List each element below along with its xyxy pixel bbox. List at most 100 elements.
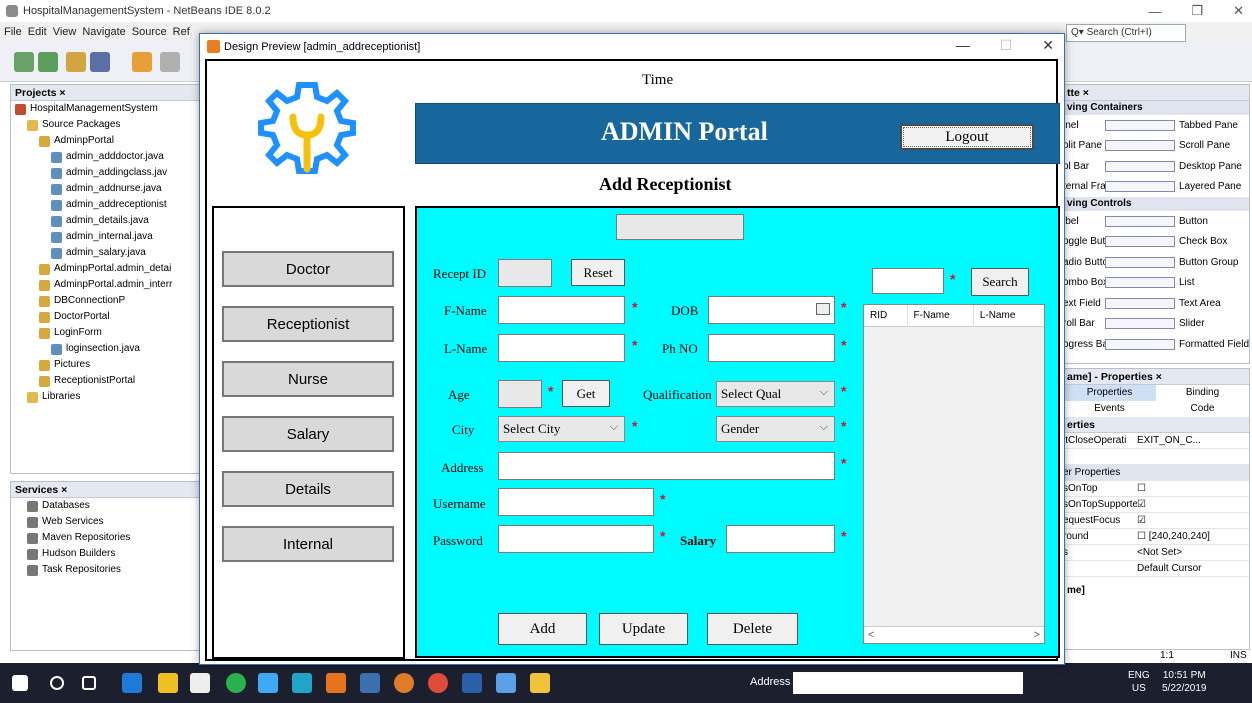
menu-item[interactable]: Navigate bbox=[82, 26, 125, 38]
address-field[interactable] bbox=[498, 452, 835, 480]
tab-properties[interactable]: Properties bbox=[1063, 385, 1156, 401]
tree-node[interactable]: ReceptionistPortal bbox=[11, 373, 201, 389]
property-row[interactable]: sOnTop ☐ bbox=[1063, 481, 1249, 497]
minimize-icon[interactable]: — bbox=[1148, 4, 1161, 19]
redo-icon[interactable] bbox=[160, 52, 180, 72]
recept-id-field[interactable] bbox=[498, 259, 552, 287]
menu-item[interactable]: Source bbox=[132, 26, 167, 38]
service-node[interactable]: Maven Repositories bbox=[11, 530, 201, 546]
property-row[interactable]: equestFocus ☑ bbox=[1063, 513, 1249, 529]
projects-tab[interactable]: Projects × bbox=[11, 85, 201, 101]
col-lname[interactable]: L-Name bbox=[974, 305, 1044, 327]
palette-item[interactable]: Layered Pane bbox=[1105, 181, 1249, 193]
tree-node[interactable]: admin_addreceptionist bbox=[11, 197, 201, 213]
tree-node[interactable]: admin_adddoctor.java bbox=[11, 149, 201, 165]
lname-field[interactable] bbox=[498, 334, 625, 362]
palette-item[interactable]: ibel bbox=[1063, 216, 1105, 227]
palette-item[interactable]: Button Group bbox=[1105, 256, 1249, 268]
col-rid[interactable]: RID bbox=[864, 304, 908, 327]
update-button[interactable]: Update bbox=[599, 613, 688, 645]
tree-node[interactable]: LoginForm bbox=[11, 325, 201, 341]
word-icon[interactable] bbox=[462, 673, 482, 693]
tree-node[interactable]: Pictures bbox=[11, 357, 201, 373]
app-icon-2[interactable] bbox=[292, 673, 312, 693]
vlc-icon[interactable] bbox=[326, 673, 346, 693]
service-node[interactable]: Hudson Builders bbox=[11, 546, 201, 562]
app-icon[interactable] bbox=[258, 673, 278, 693]
palette-item[interactable]: ogress Bar bbox=[1063, 339, 1105, 350]
palette-tab[interactable]: tte × bbox=[1063, 85, 1249, 101]
firefox-icon[interactable] bbox=[394, 673, 414, 693]
chrome-icon-2[interactable] bbox=[428, 673, 448, 693]
tree-node[interactable]: admin_salary.java bbox=[11, 245, 201, 261]
palette-section[interactable]: ving Controls bbox=[1063, 197, 1249, 211]
palette-item[interactable]: adio Button bbox=[1063, 257, 1105, 268]
nav-doctor-button[interactable]: Doctor bbox=[222, 251, 394, 287]
username-field[interactable] bbox=[498, 488, 654, 516]
palette-item[interactable]: Tabbed Pane bbox=[1105, 119, 1249, 131]
palette-item[interactable]: Desktop Pane bbox=[1105, 160, 1249, 172]
top-display-field[interactable] bbox=[616, 214, 744, 240]
app-icon-3[interactable] bbox=[360, 673, 380, 693]
tree-node[interactable]: HospitalManagementSystem bbox=[11, 101, 201, 117]
qualification-select[interactable]: Select Qual ⌵ bbox=[716, 381, 835, 407]
palette-item[interactable]: inel bbox=[1063, 120, 1105, 131]
age-field[interactable] bbox=[498, 380, 542, 408]
minimize-icon[interactable]: — bbox=[956, 37, 970, 54]
palette-item[interactable]: olit Pane bbox=[1063, 140, 1105, 151]
tree-node[interactable]: Libraries bbox=[11, 389, 201, 405]
tree-node[interactable]: Source Packages bbox=[11, 117, 201, 133]
tree-node[interactable]: loginsection.java bbox=[11, 341, 201, 357]
phno-field[interactable] bbox=[708, 334, 835, 362]
service-node[interactable]: Databases bbox=[11, 498, 201, 514]
delete-button[interactable]: Delete bbox=[707, 613, 798, 645]
col-fname[interactable]: F-Name bbox=[908, 304, 974, 327]
nav-internal-button[interactable]: Internal bbox=[222, 526, 394, 562]
tree-node[interactable]: AdminpPortal.admin_detai bbox=[11, 261, 201, 277]
undo-icon[interactable] bbox=[132, 52, 152, 72]
menu-item[interactable]: Edit bbox=[28, 26, 47, 38]
close-icon[interactable]: ✕ bbox=[1233, 3, 1244, 19]
palette-item[interactable]: Button bbox=[1105, 215, 1249, 227]
property-row[interactable]: ltCloseOperati EXIT_ON_C... bbox=[1063, 433, 1249, 449]
tab-code[interactable]: Code bbox=[1156, 401, 1249, 417]
windows-start-icon[interactable] bbox=[12, 675, 28, 691]
tree-node[interactable]: DoctorPortal bbox=[11, 309, 201, 325]
chrome-icon[interactable] bbox=[226, 673, 246, 693]
logout-button[interactable]: Logout bbox=[900, 124, 1034, 150]
open-project-icon[interactable] bbox=[66, 52, 86, 72]
palette-item[interactable]: ol Bar bbox=[1063, 161, 1105, 172]
tree-node[interactable]: admin_addnurse.java bbox=[11, 181, 201, 197]
property-row[interactable]: round ☐ [240,240,240] bbox=[1063, 529, 1249, 545]
language-indicator[interactable]: ENG US bbox=[1128, 669, 1150, 695]
tab-events[interactable]: Events bbox=[1063, 401, 1156, 417]
salary-field[interactable] bbox=[726, 525, 835, 553]
search-field[interactable] bbox=[872, 268, 944, 294]
add-button[interactable]: Add bbox=[498, 613, 587, 645]
palette-item[interactable]: Check Box bbox=[1105, 236, 1249, 248]
tree-node[interactable]: AdminpPortal.admin_interr bbox=[11, 277, 201, 293]
tab-binding[interactable]: Binding bbox=[1156, 385, 1249, 401]
menu-item[interactable]: File bbox=[4, 26, 22, 38]
fname-field[interactable] bbox=[498, 296, 625, 324]
clock[interactable]: 10:51 PM 5/22/2019 bbox=[1162, 669, 1207, 695]
gender-select[interactable]: Gender ⌵ bbox=[716, 416, 835, 442]
city-select[interactable]: Select City ⌵ bbox=[498, 416, 625, 442]
receptionist-table[interactable]: RID F-Name L-Name < > bbox=[863, 304, 1045, 644]
store-icon[interactable] bbox=[158, 673, 178, 693]
menu-item[interactable]: Ref bbox=[173, 26, 190, 38]
scroll-right-icon[interactable]: > bbox=[1034, 629, 1040, 641]
palette-item[interactable]: ombo Box bbox=[1063, 277, 1105, 288]
properties-tab[interactable]: ame] - Properties × bbox=[1063, 369, 1249, 385]
edge-icon[interactable] bbox=[122, 673, 142, 693]
scroll-left-icon[interactable]: < bbox=[868, 629, 874, 641]
nav-salary-button[interactable]: Salary bbox=[222, 416, 394, 452]
search-button[interactable]: Search bbox=[971, 268, 1029, 296]
password-field[interactable] bbox=[498, 525, 654, 553]
nav-details-button[interactable]: Details bbox=[222, 471, 394, 507]
service-node[interactable]: Web Services bbox=[11, 514, 201, 530]
mail-icon[interactable] bbox=[190, 673, 210, 693]
property-row[interactable]: s <Not Set> bbox=[1063, 545, 1249, 561]
netbeans-task-icon[interactable] bbox=[496, 673, 516, 693]
nav-receptionist-button[interactable]: Receptionist bbox=[222, 306, 394, 342]
